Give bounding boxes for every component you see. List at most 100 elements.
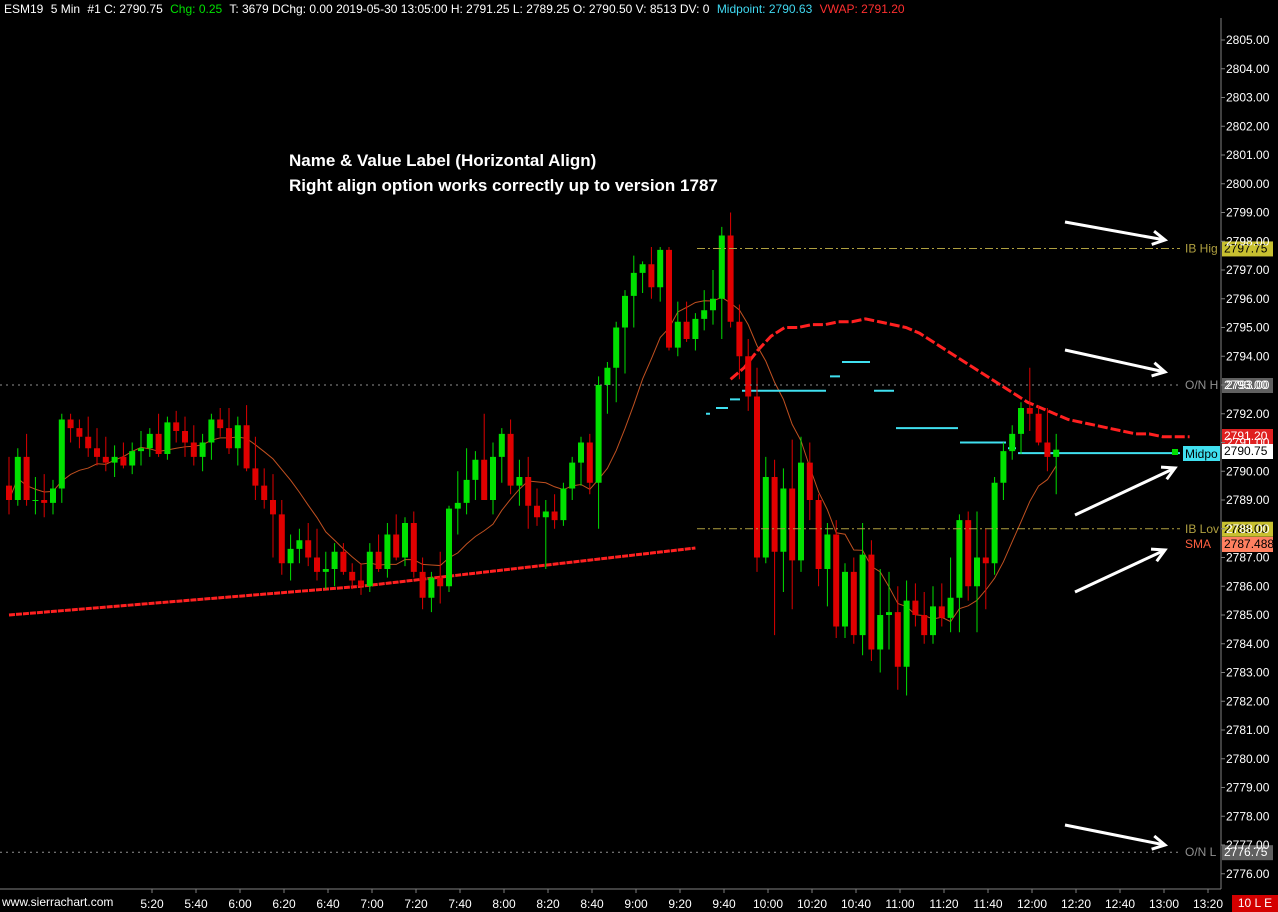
candle-body — [586, 442, 593, 483]
x-tick-label: 10:20 — [797, 897, 827, 911]
symbol-label: ESM19 — [4, 2, 44, 16]
sma-line — [8, 296, 1057, 623]
midpoint-name-label: Midpo — [1185, 447, 1218, 461]
candle-body — [331, 551, 338, 569]
candle-body — [454, 502, 461, 509]
vwap-label: VWAP: — [819, 2, 858, 16]
candle-body — [877, 615, 884, 650]
candle-body — [402, 523, 408, 558]
candle-body — [534, 505, 540, 518]
candle-body — [736, 321, 743, 357]
y-tick-label: 2802.00 — [1226, 119, 1270, 133]
y-tick-label: 2797.00 — [1226, 263, 1270, 277]
y-tick-label: 2792.00 — [1226, 407, 1270, 421]
candle-body — [6, 485, 12, 500]
candle-body — [164, 422, 171, 454]
x-tick-label: 11:20 — [929, 897, 958, 911]
candle-body — [912, 600, 919, 615]
bar-info: #1 C: 2790.75 — [87, 2, 163, 16]
candle-body — [974, 557, 980, 587]
candle-body — [771, 477, 778, 552]
x-tick-label: 12:40 — [1105, 897, 1135, 911]
candle-body — [551, 511, 558, 521]
candle-body — [921, 615, 928, 636]
candle-body — [657, 249, 664, 288]
candle-body — [358, 580, 364, 587]
candle-body — [560, 488, 567, 521]
candle-body — [208, 419, 215, 443]
y-tick-label: 2794.00 — [1226, 349, 1270, 363]
annotation-text: Name & Value Label (Horizontal Align) Ri… — [289, 148, 718, 198]
candle-body — [102, 456, 109, 463]
candle-body — [850, 571, 857, 636]
sma-name-label: SMA — [1185, 537, 1211, 551]
x-tick-label: 10:40 — [841, 897, 871, 911]
candle-body — [67, 419, 74, 429]
candle-body — [613, 327, 620, 368]
candle-body — [498, 433, 505, 457]
x-tick-label: 6:40 — [316, 897, 340, 911]
y-tick-label: 2783.00 — [1226, 666, 1270, 680]
x-tick-label: 6:20 — [272, 897, 296, 911]
x-tick-label: 5:20 — [140, 897, 164, 911]
candle-body — [569, 462, 576, 489]
candle-body — [340, 551, 347, 572]
candle-body — [666, 249, 672, 348]
candle-body — [305, 540, 312, 558]
y-tick-label: 2789.00 — [1226, 493, 1270, 507]
candle-body — [14, 456, 21, 500]
candle-body — [595, 385, 602, 483]
y-tick-label: 2785.00 — [1226, 608, 1270, 622]
y-tick-label: 2803.00 — [1226, 91, 1270, 105]
arrow-icon — [1074, 548, 1166, 594]
candle-body — [58, 419, 65, 489]
y-tick-label: 2799.00 — [1226, 206, 1270, 220]
candle-body — [956, 520, 963, 598]
candle-body — [173, 422, 180, 431]
y-tick-label: 2781.00 — [1226, 723, 1270, 737]
x-tick-label: 9:00 — [624, 897, 648, 911]
candle-body — [314, 557, 320, 572]
candle-body — [199, 442, 206, 457]
price-chart[interactable]: IB Hig 2797.75O/N H 2793.00IB Lov 2788.00O/… — [0, 0, 1278, 912]
candle-body — [481, 459, 488, 500]
y-tick-label: 2782.00 — [1226, 694, 1270, 708]
candle-body — [648, 264, 655, 288]
candle-body — [85, 436, 92, 449]
midpoint-value: 2790.63 — [768, 2, 813, 16]
mode-indicator[interactable]: 10 L E — [1232, 895, 1278, 912]
candle-body — [578, 442, 584, 463]
y-tick-label: 2804.00 — [1226, 62, 1270, 76]
candle-body — [604, 367, 611, 385]
candle-body — [806, 462, 813, 500]
candle-body — [278, 514, 285, 564]
candle-body — [692, 318, 699, 339]
x-tick-label: 5:40 — [184, 897, 208, 911]
candle-body — [138, 448, 144, 452]
arrow-icon — [1064, 823, 1166, 847]
candle-body — [754, 396, 760, 558]
candle-body — [798, 462, 804, 561]
candle-body — [789, 488, 796, 561]
y-tick-label: 2788.00 — [1226, 522, 1270, 536]
x-tick-label: 7:40 — [448, 897, 472, 911]
x-tick-label: 9:20 — [668, 897, 692, 911]
y-tick-label: 2779.00 — [1226, 781, 1270, 795]
midpoint-label: Midpoint: — [716, 2, 766, 16]
candle-body — [50, 488, 56, 503]
x-tick-label: 8:20 — [536, 897, 560, 911]
y-tick-label: 2793.00 — [1226, 378, 1270, 392]
candle-body — [270, 500, 276, 515]
y-tick-label: 2787.00 — [1226, 551, 1270, 565]
y-tick-label: 2776.00 — [1226, 867, 1270, 881]
candle-body — [384, 534, 391, 569]
x-tick-label: 11:00 — [885, 897, 914, 911]
candle-body — [683, 321, 690, 339]
arrow-icon — [1074, 466, 1176, 517]
x-tick-label: 8:40 — [580, 897, 604, 911]
candle-body — [375, 551, 382, 569]
price-value-label: 2787.488 — [1224, 537, 1274, 551]
candle-body — [129, 451, 136, 466]
candle-body — [490, 456, 496, 500]
x-tick-label: 9:40 — [712, 897, 736, 911]
